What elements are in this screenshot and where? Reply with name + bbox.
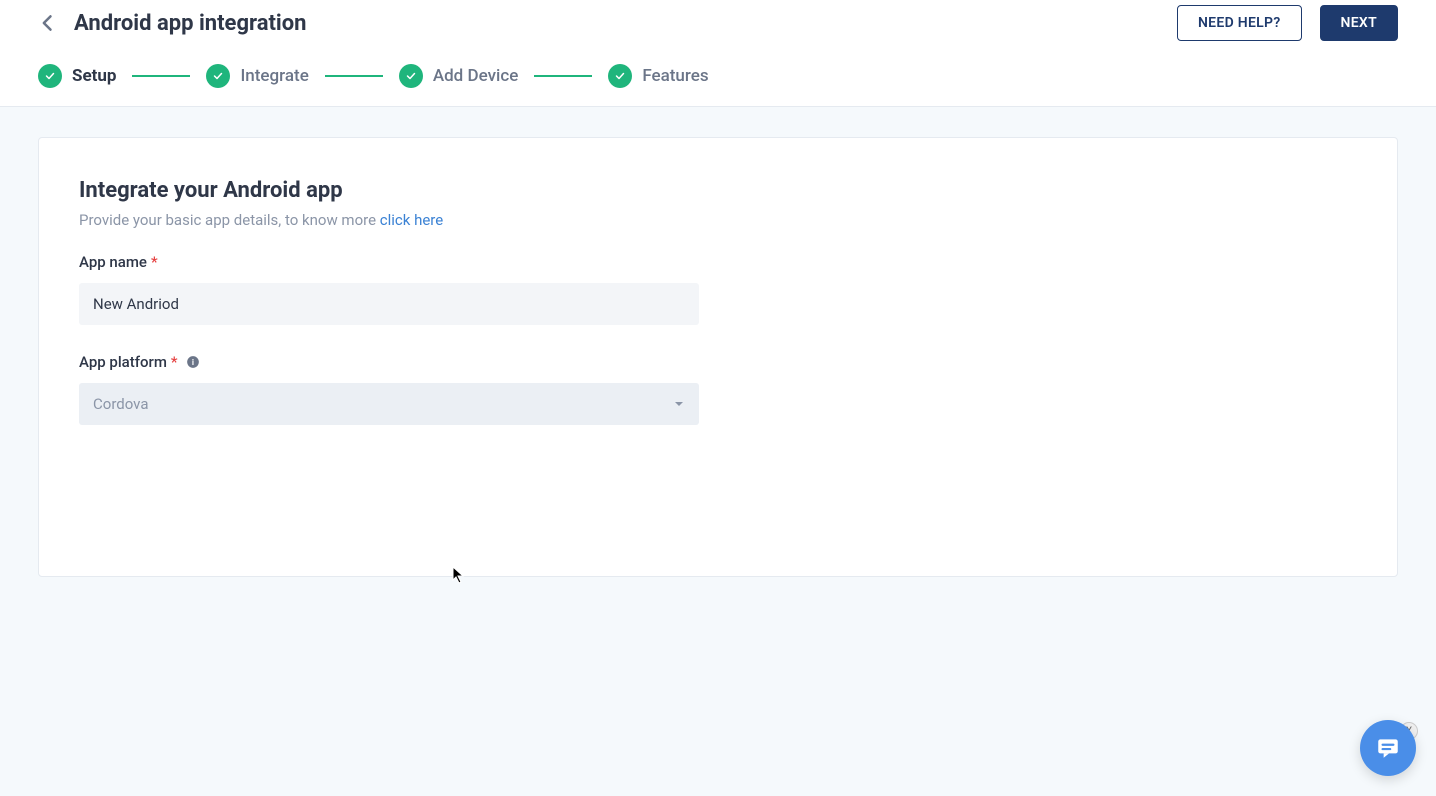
- step-setup[interactable]: Setup: [38, 64, 116, 88]
- card-title: Integrate your Android app: [79, 178, 1357, 203]
- next-button[interactable]: NEXT: [1320, 5, 1398, 41]
- svg-text:i: i: [191, 357, 193, 367]
- app-platform-field: App platform * i Cordova: [79, 353, 699, 425]
- step-integrate[interactable]: Integrate: [206, 64, 308, 88]
- app-platform-label: App platform * i: [79, 353, 699, 371]
- check-icon: [206, 64, 230, 88]
- content-area: Integrate your Android app Provide your …: [0, 107, 1436, 607]
- subtitle-text: Provide your basic app details, to know …: [79, 211, 380, 229]
- need-help-button[interactable]: NEED HELP?: [1177, 5, 1302, 41]
- stepper: Setup Integrate Add Device Features: [0, 46, 1436, 107]
- chat-icon: [1375, 735, 1401, 761]
- card-subtitle: Provide your basic app details, to know …: [79, 211, 1357, 229]
- step-label: Setup: [72, 66, 116, 86]
- chat-widget-button[interactable]: [1360, 720, 1416, 776]
- step-connector: [534, 75, 592, 77]
- step-label: Features: [642, 66, 708, 86]
- step-connector: [325, 75, 383, 77]
- back-button[interactable]: [38, 13, 58, 33]
- step-add-device[interactable]: Add Device: [399, 64, 519, 88]
- header-right: NEED HELP? NEXT: [1177, 5, 1398, 41]
- app-platform-select[interactable]: Cordova: [79, 383, 699, 425]
- form-card: Integrate your Android app Provide your …: [38, 137, 1398, 577]
- chevron-down-icon: [673, 398, 685, 410]
- click-here-link[interactable]: click here: [380, 211, 443, 229]
- step-label: Add Device: [433, 66, 519, 86]
- app-name-label: App name *: [79, 253, 699, 271]
- page-title: Android app integration: [74, 11, 307, 36]
- step-features[interactable]: Features: [608, 64, 708, 88]
- step-label: Integrate: [240, 66, 308, 86]
- check-icon: [399, 64, 423, 88]
- info-icon[interactable]: i: [186, 355, 200, 369]
- app-name-field: App name *: [79, 253, 699, 325]
- check-icon: [38, 64, 62, 88]
- label-text: App platform: [79, 353, 167, 371]
- check-icon: [608, 64, 632, 88]
- required-indicator: *: [151, 253, 158, 271]
- header-left: Android app integration: [38, 11, 307, 36]
- select-value: Cordova: [93, 395, 148, 413]
- required-indicator: *: [171, 353, 178, 371]
- chevron-left-icon: [38, 13, 58, 33]
- header: Android app integration NEED HELP? NEXT: [0, 0, 1436, 46]
- label-text: App name: [79, 253, 147, 271]
- step-connector: [132, 75, 190, 77]
- app-name-input[interactable]: [79, 283, 699, 325]
